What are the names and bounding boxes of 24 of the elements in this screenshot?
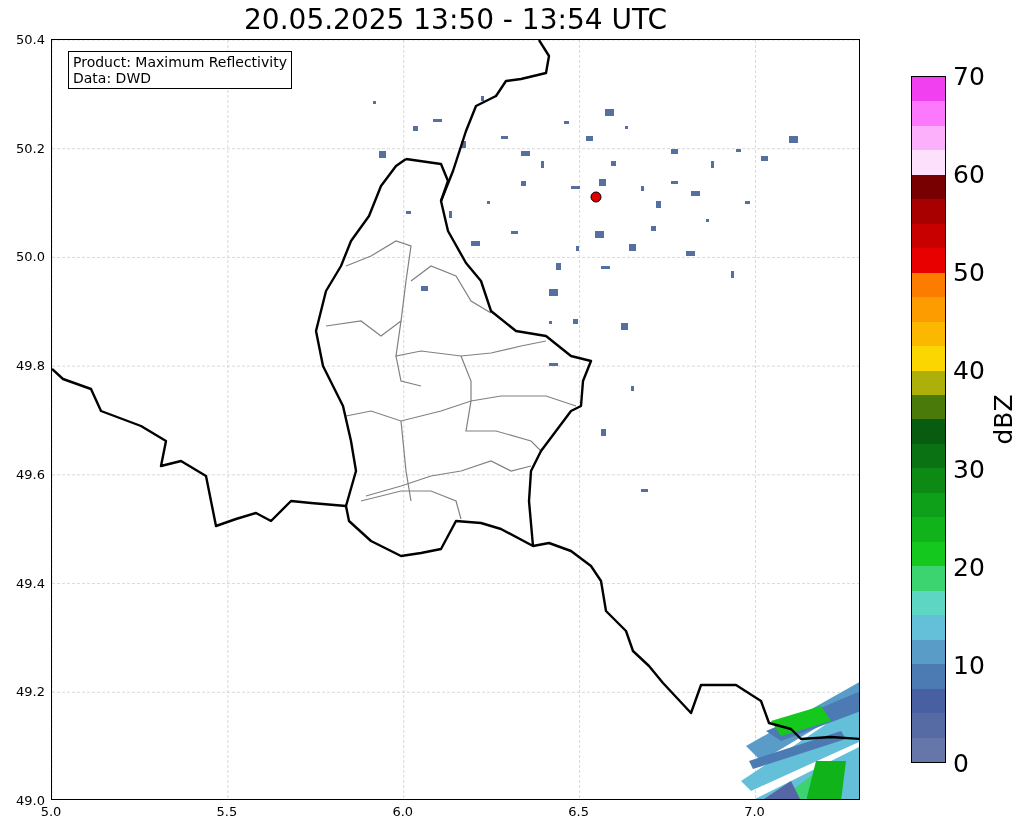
y-tick-label: 49.8	[16, 357, 45, 373]
x-tick-label: 7.0	[744, 804, 765, 819]
y-tick-label: 50.4	[16, 31, 45, 47]
x-tick-label: 6.0	[392, 804, 414, 819]
chart-title: 20.05.2025 13:50 - 13:54 UTC	[244, 5, 667, 34]
y-tick-label: 49.4	[16, 575, 45, 591]
y-tick-label: 49.6	[16, 466, 45, 482]
axis-label: dBZ	[988, 394, 1018, 445]
colorbar-tick-label: 30	[953, 456, 985, 482]
colorbar-tick-label: 0	[953, 750, 969, 776]
info-text: Data: DWD	[73, 70, 152, 86]
colorbar-tick-label: 40	[953, 357, 985, 383]
colorbar-tick-label: 60	[953, 161, 985, 187]
x-tick-label: 6.5	[568, 804, 589, 819]
x-tick-label: 5.5	[216, 804, 238, 819]
colorbar-tick-label: 20	[953, 554, 985, 580]
y-tick-label: 50.0	[16, 248, 45, 264]
info-text: Product: Maximum Reflectivity	[73, 54, 287, 70]
colorbar-tick-label: 70	[953, 63, 985, 89]
colorbar-tick-label: 50	[953, 259, 985, 285]
y-tick-label: 49.2	[16, 683, 45, 699]
y-tick-label: 50.2	[16, 140, 45, 156]
colorbar-tick-label: 10	[953, 652, 985, 678]
location-marker	[590, 191, 602, 203]
